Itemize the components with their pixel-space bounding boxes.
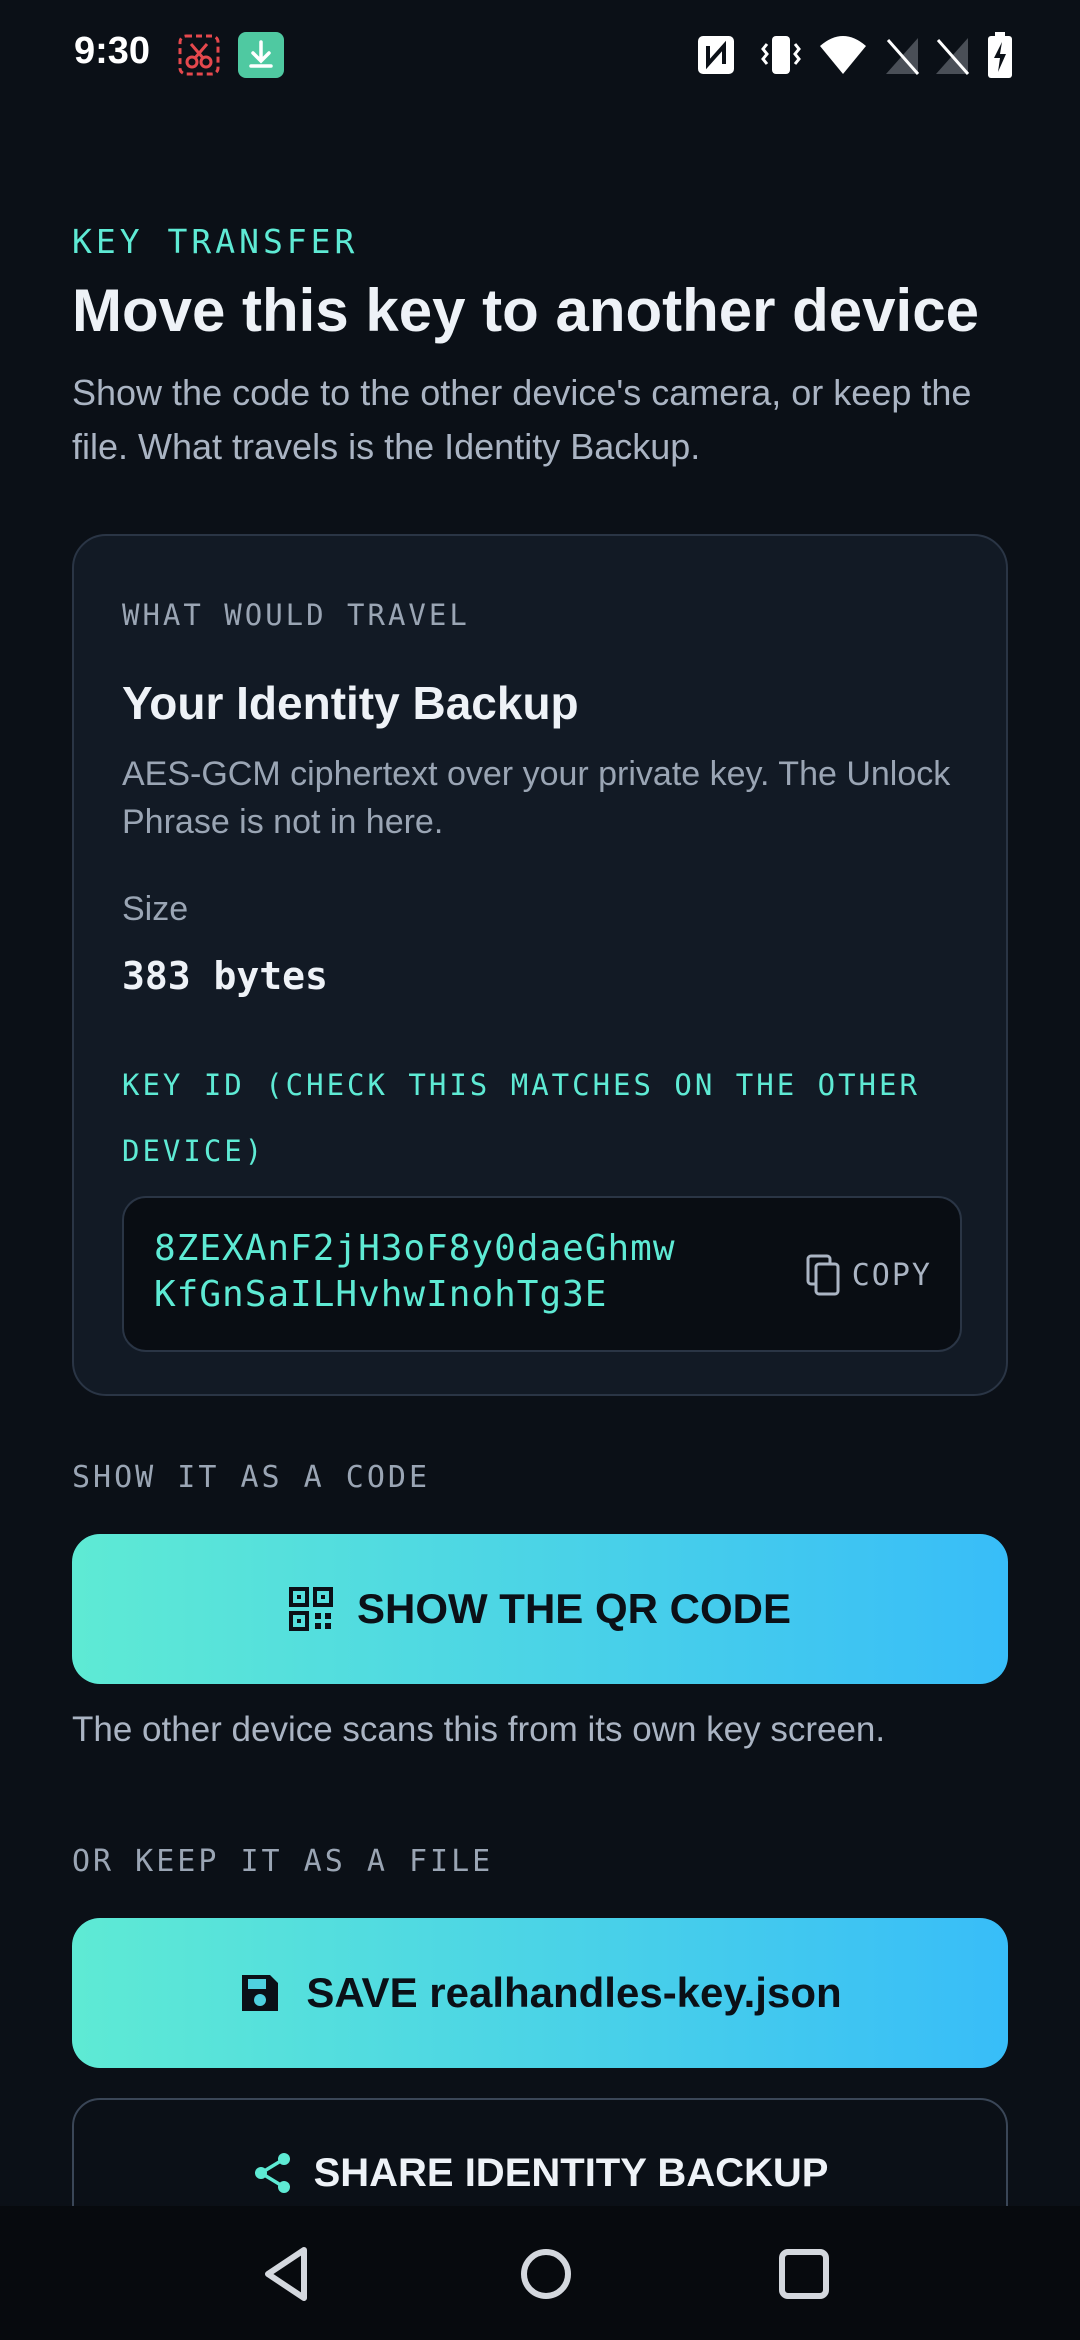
file-section-label: OR KEEP IT AS A FILE (72, 1844, 494, 1879)
home-icon[interactable] (508, 2236, 584, 2312)
card-description: AES-GCM ciphertext over your private key… (122, 755, 951, 841)
wifi-icon (820, 36, 866, 74)
screenshot-cut-icon (178, 34, 220, 76)
vibrate-icon (761, 36, 801, 74)
show-qr-code-label: SHOW THE QR CODE (356, 1585, 791, 1632)
page-title: Move this key to another device (72, 277, 979, 344)
battery-charging-icon (988, 32, 1012, 78)
copy-key-id-button[interactable]: COPY (804, 1250, 932, 1300)
key-id-line-1: 8ZEXAnF2jH3oF8y0daeGhmw (154, 1228, 676, 1269)
key-id-label: KEY ID (CHECK THIS MATCHES ON THE OTHER … (122, 1068, 920, 1168)
save-key-file-label: SAVE realhandles-key.json (306, 1969, 842, 2016)
page-subtitle: Show the code to the other device's came… (72, 372, 972, 467)
copy-icon (806, 1254, 840, 1296)
share-icon (254, 2153, 290, 2193)
system-navigation-bar (0, 2206, 1080, 2340)
key-id-line-2: KfGnSaILHvhwInohTg3E (154, 1274, 608, 1315)
key-id-value[interactable]: 8ZEXAnF2jH3oF8y0daeGhmw KfGnSaILHvhwInoh… (154, 1226, 676, 1318)
signal-off-icon (936, 38, 970, 75)
page-eyebrow: KEY TRANSFER (72, 222, 359, 261)
qr-section-label: SHOW IT AS A CODE (72, 1460, 431, 1495)
save-icon (242, 1975, 279, 2011)
copy-label: COPY (851, 1257, 932, 1293)
status-bar: 9:30 (0, 0, 1080, 112)
key-id-box: 8ZEXAnF2jH3oF8y0daeGhmw KfGnSaILHvhwInoh… (122, 1196, 962, 1352)
size-label: Size (122, 890, 189, 928)
signal-off-icon (886, 38, 920, 75)
qr-helper-text: The other device scans this from its own… (72, 1710, 886, 1749)
back-icon[interactable] (250, 2236, 326, 2312)
qr-code-icon (288, 1587, 333, 1631)
card-title: Your Identity Backup (122, 677, 579, 729)
show-qr-code-button[interactable]: SHOW THE QR CODE (72, 1534, 1008, 1684)
share-identity-backup-label: SHARE IDENTITY BACKUP (313, 2150, 829, 2195)
save-key-file-button[interactable]: SAVE realhandles-key.json (72, 1918, 1008, 2068)
recents-icon[interactable] (766, 2236, 842, 2312)
size-value: 383 bytes (122, 954, 328, 998)
card-eyebrow: WHAT WOULD TRAVEL (122, 598, 470, 632)
identity-backup-card: WHAT WOULD TRAVEL Your Identity Backup A… (72, 534, 1008, 1396)
nfc-icon (698, 36, 734, 74)
status-time: 9:30 (74, 30, 151, 72)
download-icon (238, 32, 284, 78)
